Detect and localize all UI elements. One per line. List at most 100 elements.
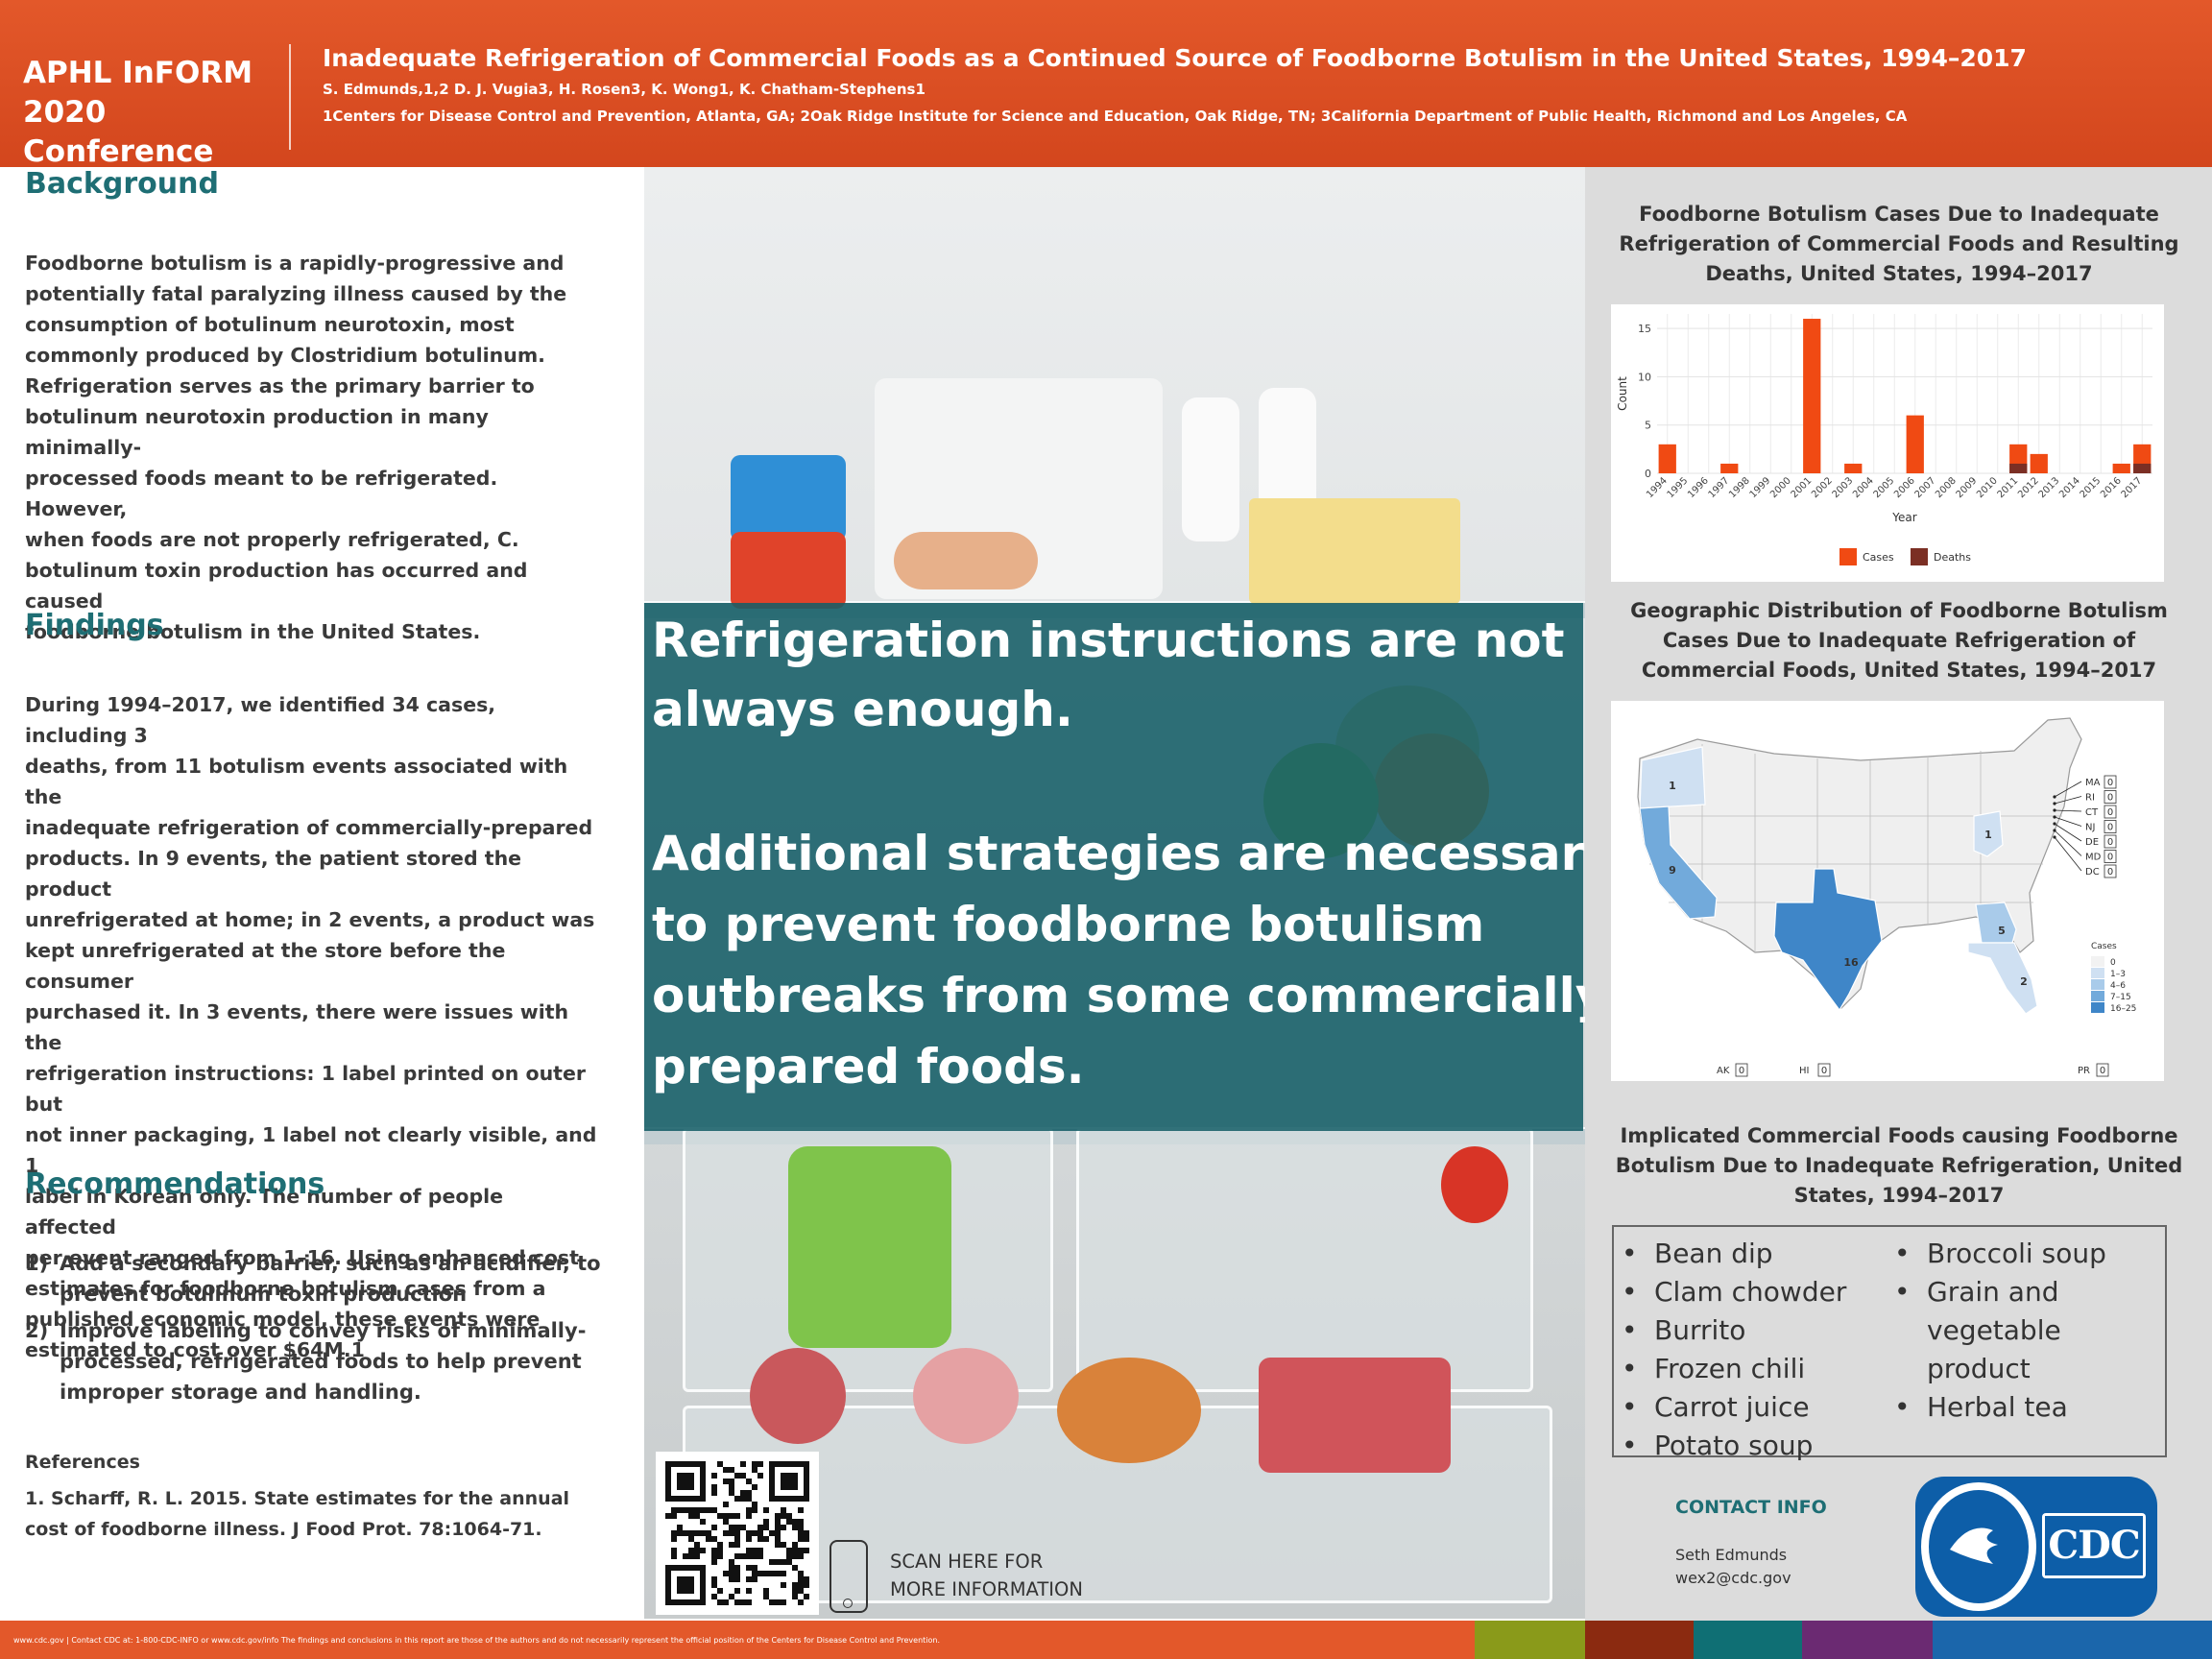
background-text: Foodborne botulism is a rapidly-progress… — [25, 248, 601, 647]
qr-module — [734, 1513, 740, 1519]
qr-module — [723, 1530, 729, 1536]
qr-module — [763, 1536, 769, 1542]
background-line: botulinum toxin production has occurred … — [25, 559, 528, 613]
qr-module — [775, 1525, 781, 1530]
qr-module — [671, 1507, 677, 1513]
qr-module — [746, 1599, 752, 1605]
findings-line: During 1994–2017, we identified 34 cases… — [25, 693, 496, 747]
qr-module — [763, 1507, 769, 1513]
qr-module — [798, 1536, 804, 1542]
qr-module — [711, 1536, 717, 1542]
qr-module — [683, 1530, 688, 1536]
qr-module — [798, 1525, 804, 1530]
territory-value: 0 — [2100, 1066, 2105, 1076]
qr-code[interactable] — [656, 1452, 819, 1615]
qr-module — [694, 1530, 700, 1536]
territory-label: PR — [2078, 1066, 2090, 1076]
callout-dot — [2053, 835, 2056, 839]
qr-module — [729, 1490, 734, 1496]
state-value-ca: 9 — [1669, 864, 1676, 877]
qr-module — [740, 1461, 746, 1467]
qr-module — [723, 1467, 729, 1473]
conference-line2: 2020 Conference — [23, 95, 214, 169]
bar-cases — [1906, 415, 1924, 473]
small-state-label: DE — [2085, 837, 2099, 848]
small-state-label: NJ — [2085, 823, 2095, 833]
conference-line1: APHL InFORM — [23, 56, 253, 90]
qr-module — [711, 1594, 717, 1599]
qr-module — [683, 1507, 688, 1513]
qr-module — [775, 1519, 781, 1525]
state-value-or: 1 — [1669, 780, 1676, 792]
background-line: botulinum neurotoxin production in many … — [25, 405, 489, 459]
qr-module — [769, 1530, 775, 1536]
qr-module — [775, 1536, 781, 1542]
yogurt-cups-image — [731, 455, 846, 541]
poster-title: Inadequate Refrigeration of Commercial F… — [323, 44, 2027, 72]
us-map-svg: 1 9 16 1 5 2 MA 0 RI 0 CT 0 NJ 0 DE 0 MD 0 DC 0 AK 0 HI… — [1637, 717, 2136, 1077]
qr-module — [677, 1530, 683, 1536]
small-state-value: 0 — [2107, 853, 2113, 863]
map-legend-swatch — [2091, 979, 2104, 990]
background-line: Foodborne botulism is a rapidly-progress… — [25, 252, 565, 275]
background-line: commonly produced by Clostridium botulin… — [25, 344, 545, 367]
qr-module — [757, 1461, 763, 1467]
y-tick-label: 5 — [1645, 420, 1651, 432]
qr-module — [671, 1530, 677, 1536]
qr-module — [786, 1513, 792, 1519]
food-item: Grain and vegetable product — [1887, 1273, 2136, 1388]
food-item: Herbal tea — [1887, 1388, 2136, 1427]
qr-module — [694, 1553, 700, 1559]
x-tick-label: 2006 — [1892, 475, 1917, 500]
qr-module — [671, 1513, 677, 1519]
qr-module — [752, 1502, 757, 1507]
qr-module — [717, 1599, 723, 1605]
qr-module — [671, 1553, 677, 1559]
qr-module — [752, 1548, 757, 1553]
qr-module — [798, 1588, 804, 1594]
references-heading: References — [25, 1452, 140, 1473]
recommendation-number: 2) — [25, 1319, 49, 1342]
cdc-logo: CDC — [1915, 1477, 2157, 1617]
map-legend-label: 4–6 — [2110, 981, 2126, 991]
background-line: consumption of botulinum neurotoxin, mos… — [25, 313, 515, 336]
qr-module — [798, 1576, 804, 1582]
y-tick-label: 15 — [1638, 323, 1651, 335]
qr-module — [729, 1530, 734, 1536]
qr-module — [700, 1507, 706, 1513]
qr-module — [798, 1548, 804, 1553]
map-legend-swatch — [2091, 991, 2104, 1001]
x-tick-label: 2002 — [1810, 475, 1835, 500]
qr-module — [746, 1565, 752, 1571]
bar-cases — [1844, 463, 1863, 473]
findings-line: products. In 9 events, the patient store… — [25, 847, 522, 901]
callout-line — [2054, 823, 2082, 842]
foods-title: Implicated Commercial Foods causing Food… — [1615, 1124, 2183, 1207]
yogurt-cups-image — [731, 532, 846, 609]
qr-module — [752, 1576, 757, 1582]
qr-finder-center — [781, 1473, 798, 1490]
food-item: Broccoli soup — [1887, 1235, 2136, 1273]
qr-module — [757, 1530, 763, 1536]
foods-list-col1: Bean dip Clam chowder Burrito Frozen chi… — [1614, 1235, 1846, 1465]
map-legend-label: 7–15 — [2110, 993, 2131, 1002]
qr-module — [734, 1599, 740, 1605]
qr-module — [740, 1599, 746, 1605]
bar-cases — [1803, 319, 1821, 473]
qr-module — [677, 1507, 683, 1513]
y-tick-label: 10 — [1638, 371, 1651, 383]
bar-deaths — [2009, 463, 2028, 473]
qr-module — [786, 1553, 792, 1559]
contact-email[interactable]: wex2@cdc.gov — [1675, 1567, 1791, 1590]
recommendation-text: Improve labeling to convey risks of mini… — [60, 1319, 587, 1404]
recommendations-list: 1) Add a secondary barrier, such as an a… — [25, 1248, 601, 1413]
qr-module — [734, 1530, 740, 1536]
qr-module — [729, 1467, 734, 1473]
qr-module — [798, 1507, 804, 1513]
callout-dot — [2053, 829, 2056, 832]
qr-module — [717, 1513, 723, 1519]
small-state-value: 0 — [2107, 793, 2113, 804]
x-tick-label: 2008 — [1934, 475, 1959, 500]
qr-module — [729, 1542, 734, 1548]
qr-module — [688, 1530, 694, 1536]
